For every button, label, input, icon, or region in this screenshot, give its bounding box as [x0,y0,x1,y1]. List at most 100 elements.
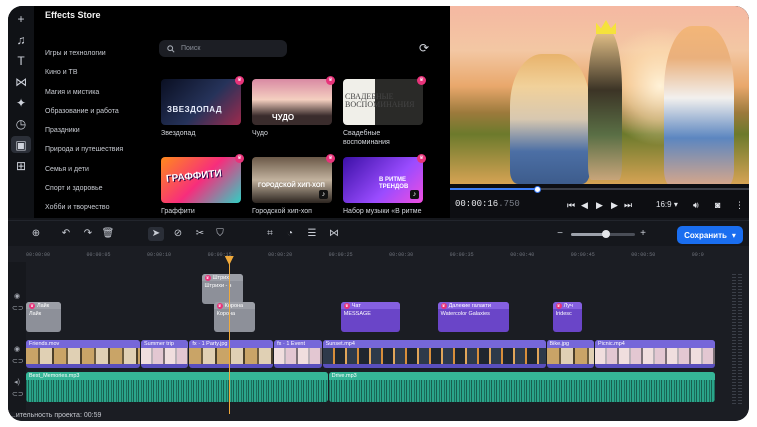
clip-thumbnails [546,348,594,364]
crown-badge-icon: ♛ [326,154,335,163]
progress-handle[interactable] [533,186,541,193]
skip-end-icon[interactable]: ⏭ [624,199,632,211]
video-clip[interactable]: Summer trip [141,340,189,368]
audio-clip[interactable]: Drive.mp3 [328,372,715,402]
effect-thumbnail[interactable]: СВАДЕБНЫЕ ВОСПОМИНАНИЯ [343,79,423,125]
video-clip[interactable]: fx · 1 Event [274,340,322,368]
refresh-icon[interactable]: ⟳ [417,41,431,55]
effect-badge-icon: ♛ [29,302,35,309]
effect-thumbnail[interactable]: ЧУДО [252,79,332,125]
effect-pack-card[interactable]: ЗВЕЗДОПАД ♛ Звездопад [161,76,244,147]
crop-icon[interactable]: ⌗ [262,227,278,241]
effect-pack-label: Свадебные воспоминания [343,130,390,146]
clip-name: fx · 1 Party.jpg [189,340,274,348]
link-icon[interactable]: ⊂⊃ [12,390,24,398]
category-item[interactable]: Образование и работа [45,102,123,121]
category-item[interactable]: Игры и технологии [45,44,123,63]
select-tool-icon[interactable]: ➤ [148,227,164,241]
store-title: Effects Store [45,10,101,20]
ruler-tick-label: 00:00:00 [26,252,51,258]
eye-icon[interactable]: ◉ [12,345,22,353]
frame-back-icon[interactable]: ◀︎ [581,199,588,211]
audio-clip[interactable]: Best_Memories.mp3 [26,372,328,402]
category-item[interactable]: Спорт и здоровье [45,179,123,198]
shield-icon[interactable]: ⛉ [212,227,228,241]
aspect-ratio-select[interactable]: 16:9 ▾ [656,199,678,211]
tool-add-icon[interactable]: + [11,10,31,27]
title-clip[interactable]: ♛ Штрих Штрихи - з [201,274,243,304]
category-item[interactable]: Праздники [45,121,123,140]
effect-pack-card[interactable]: ГРАФФИТИ ♛ Граффити [161,154,244,216]
playback-progress[interactable] [450,186,749,193]
save-button[interactable]: Сохранить ▾ [677,226,743,244]
volume-icon[interactable]: 🔊︎ [693,199,699,211]
zoom-in-icon[interactable]: + [635,227,651,241]
link-icon[interactable]: ⊂⊃ [12,304,24,312]
adjust-icon[interactable]: ☰ [304,227,320,241]
tool-stickers-icon[interactable]: ◷ [11,115,31,132]
redo-icon[interactable]: ↷ [80,227,96,241]
chevron-down-icon: ▾ [673,200,678,209]
more-icon[interactable]: ⋮ [735,199,744,211]
tool-more-icon[interactable]: ⊞ [11,157,31,174]
tool-music-icon[interactable]: ♫ [11,31,31,48]
clip-name: Best_Memories.mp3 [26,372,328,380]
video-clip[interactable]: Friends.mov [26,340,140,368]
effect-pack-card[interactable]: ГОРОДСКОЙ ХИП-ХОП ♪ ♛ Городской хип-хоп [252,154,335,216]
effect-pack-card[interactable]: СВАДЕБНЫЕ ВОСПОМИНАНИЯ ♛ Свадебные воспоми… [343,76,426,147]
search-box[interactable] [159,40,287,57]
speed-icon[interactable]: ◔ [282,227,298,241]
effect-thumbnail[interactable]: В РИТМЕ ТРЕНДОВ ♪ [343,157,423,203]
eye-icon[interactable]: ◉ [12,292,22,300]
title-clip[interactable]: ♛ Луч Iridesc [552,302,582,332]
link-icon[interactable]: ⊂⊃ [12,357,24,365]
video-clip[interactable]: fx · 1 Party.jpg [189,340,274,368]
effect-thumbnail[interactable]: ГОРОДСКОЙ ХИП-ХОП ♪ [252,157,332,203]
tool-filters-icon[interactable]: ✦ [11,94,31,111]
delete-icon[interactable]: 🗑︎ [100,227,116,241]
category-item[interactable]: Магия и мистика [45,83,123,102]
effect-thumbnail[interactable]: ГРАФФИТИ [161,157,241,203]
camera-icon[interactable]: ◙ [715,199,720,211]
thumbnail-text: ЧУДО [272,113,295,122]
title-clip[interactable]: ♛ Корона Корона [213,302,255,332]
title-clip[interactable]: ♛ Лайк Лайк [26,302,62,332]
tool-text-icon[interactable]: T [11,52,31,69]
effects-store-panel: Effects Store Игры и технологии Кино и ТВ… [34,6,450,218]
effect-badge-icon: ♛ [555,302,562,309]
category-item[interactable]: Кино и ТВ [45,63,123,82]
clip-name: Picnic.mp4 [594,340,715,348]
play-icon[interactable]: ▶ [596,199,603,211]
title-clip[interactable]: ♛ Далекие галакти Watercolor Galaxies [437,302,510,332]
skip-start-icon[interactable]: ⏮ [567,199,575,211]
category-item[interactable]: Природа и путешествия [45,140,123,159]
category-item[interactable]: Семья и дети [45,160,123,179]
ripple-icon[interactable]: ⊘ [170,227,186,241]
effect-badge-icon: ♛ [216,302,223,309]
cut-icon[interactable]: ✂ [192,227,208,241]
add-track-icon[interactable]: ⊕ [28,227,44,241]
video-clip[interactable]: Sunset.mp4 [322,340,546,368]
zoom-slider[interactable] [571,230,635,238]
effect-pack-label: Набор музыки «В ритме [343,208,422,215]
effect-thumbnail[interactable]: ЗВЕЗДОПАД [161,79,241,125]
title-clip[interactable]: ♛ Чат MESSAGE [340,302,401,332]
playhead[interactable] [224,256,234,414]
zoom-handle[interactable] [602,230,611,238]
ruler-tick-label: 00:00:20 [268,252,293,258]
frame-forward-icon[interactable]: ▶︎ [611,199,618,211]
speaker-icon[interactable]: ◂) [12,378,22,386]
transition-icon[interactable]: ⋈ [326,227,342,241]
zoom-out-icon[interactable]: − [552,227,568,241]
time-ruler[interactable]: 00:00:00 00:00:05 00:00:10 00:00:15 00:00:20… [26,248,726,262]
category-item[interactable]: Хобби и творчество [45,198,123,217]
effect-pack-card[interactable]: В РИТМЕ ТРЕНДОВ ♪ ♛ Набор музыки «В ритме [343,154,426,216]
tool-store-icon[interactable]: ▣ [11,136,31,153]
tool-transitions-icon[interactable]: ⋈ [11,73,31,90]
search-input[interactable] [181,45,281,52]
video-clip[interactable]: Bike.jpg [546,340,594,368]
effect-pack-label: Граффити [161,208,195,215]
video-clip[interactable]: Picnic.mp4 [594,340,715,368]
effect-pack-card[interactable]: ЧУДО ♛ Чудо [252,76,335,147]
undo-icon[interactable]: ↶ [58,227,74,241]
